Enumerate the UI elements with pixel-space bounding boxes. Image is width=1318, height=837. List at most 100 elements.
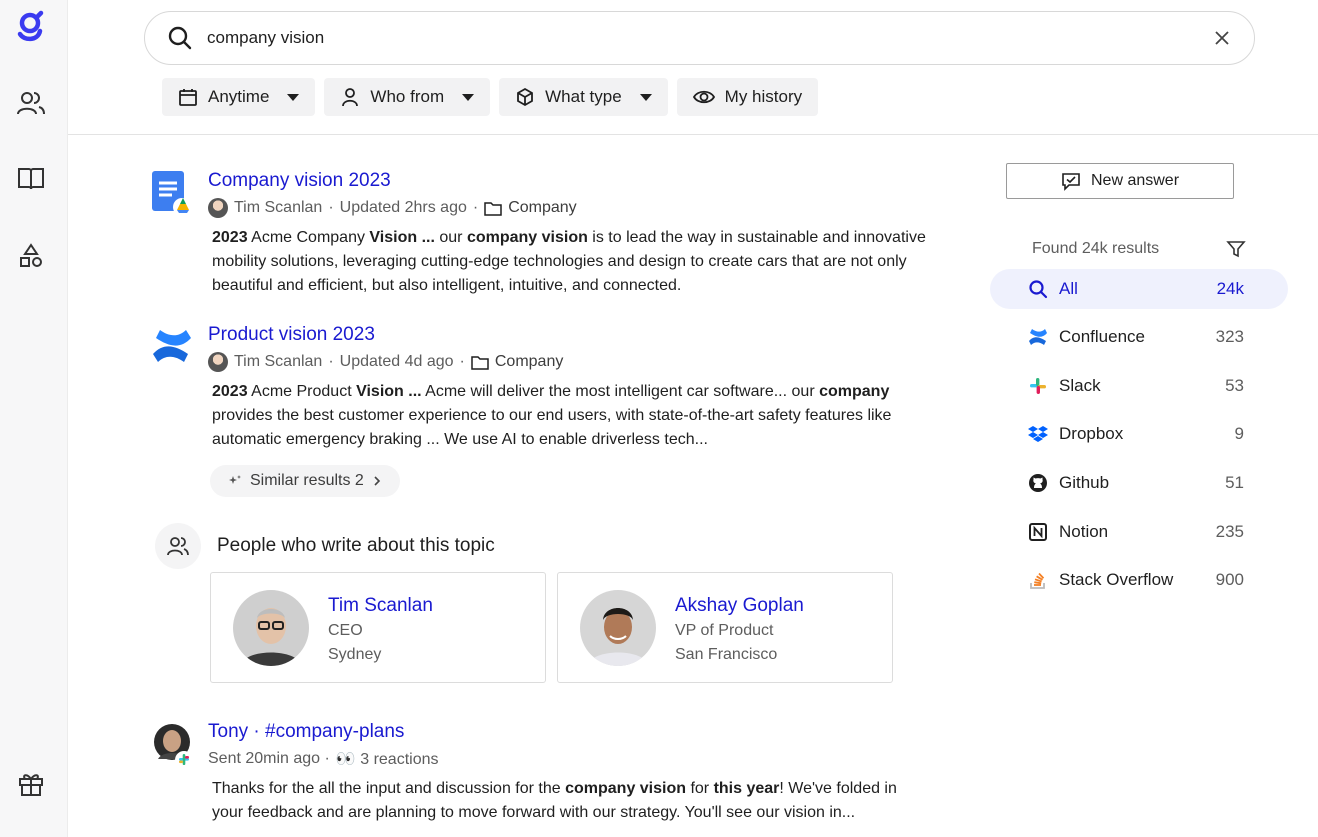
app-logo-icon[interactable] [14, 10, 48, 44]
source-count: 24k [1216, 279, 1244, 298]
person-card[interactable]: Akshay Goplan VP of Product San Francisc… [557, 572, 893, 683]
source-filter-confluence[interactable]: Confluence 323 [990, 317, 1288, 357]
result-meta: Tim Scanlan · Updated 4d ago · Company [208, 352, 563, 372]
meta-separator: · [459, 353, 465, 370]
confluence-icon [1029, 329, 1047, 345]
result-snippet: 2023 Acme Product Vision ... Acme will d… [212, 383, 892, 448]
source-count: 9 [1234, 424, 1244, 443]
result-snippet: Thanks for the all the input and discuss… [212, 780, 897, 821]
result-folder[interactable]: Company [508, 199, 576, 217]
filter-label: My history [724, 87, 803, 106]
search-input[interactable] [207, 28, 1212, 48]
clear-search-icon[interactable] [1212, 28, 1232, 48]
search-result: Company vision 2023 Tim Scanlan · Update… [150, 170, 930, 300]
github-icon [1029, 474, 1047, 492]
author-avatar [208, 198, 228, 218]
people-icon[interactable] [14, 86, 48, 120]
shapes-icon[interactable] [14, 239, 48, 273]
result-sent: Sent 20min ago · [208, 750, 330, 767]
source-label: Dropbox [1059, 424, 1124, 443]
source-label: Confluence [1059, 327, 1146, 346]
people-heading: People who write about this topic [217, 535, 495, 556]
source-label: Github [1059, 473, 1110, 492]
source-label: Slack [1059, 376, 1101, 395]
person-name[interactable]: Akshay Goplan [675, 595, 804, 617]
sidebar [0, 0, 68, 837]
notion-icon [1029, 523, 1047, 541]
meta-separator: · [472, 199, 479, 216]
top-bar: Anytime Who from What type My history [68, 0, 1318, 135]
similar-results-button[interactable]: Similar results 2 [210, 465, 400, 497]
meta-separator: · [328, 353, 334, 370]
new-answer-label: New answer [1090, 172, 1180, 189]
person-card[interactable]: Tim Scanlan CEO Sydney [210, 572, 546, 683]
filter-bar: Anytime Who from What type My history [162, 78, 819, 116]
source-count: 53 [1225, 376, 1244, 395]
filter-label: What type [545, 87, 622, 106]
new-answer-button[interactable]: New answer [1006, 163, 1234, 199]
chat-check-icon [1062, 173, 1080, 191]
search-result: Product vision 2023 Tim Scanlan · Update… [150, 324, 930, 454]
source-filter-dropbox[interactable]: Dropbox 9 [990, 414, 1288, 454]
result-updated: Updated 4d ago [339, 353, 454, 370]
person-avatar [580, 590, 656, 666]
source-label: Notion [1059, 522, 1109, 541]
source-filter-github[interactable]: Github 51 [990, 463, 1288, 503]
filter-who-from[interactable]: Who from [324, 78, 491, 116]
meta-separator: · [328, 199, 334, 216]
filter-funnel-icon[interactable] [1226, 239, 1246, 259]
result-folder[interactable]: Company [495, 353, 563, 371]
result-meta: Tim Scanlan · Updated 2hrs ago · Company [208, 198, 577, 218]
eye-icon [692, 90, 715, 104]
filter-what-type[interactable]: What type [499, 78, 668, 116]
people-section-header: People who write about this topic [155, 523, 495, 569]
result-meta: Sent 20min ago · 👀 3 reactions [208, 749, 439, 769]
search-bar[interactable] [144, 11, 1255, 65]
chevron-right-icon [374, 476, 380, 486]
person-avatar [233, 590, 309, 666]
sparkle-icon [229, 475, 241, 484]
source-count: 900 [1215, 570, 1244, 589]
slack-icon [1030, 378, 1046, 394]
similar-results-label: Similar results 2 [250, 472, 364, 489]
filter-anytime[interactable]: Anytime [162, 78, 316, 116]
person-role: VP of Product [675, 622, 774, 639]
author-avatar [208, 352, 228, 372]
source-filter-all[interactable]: All 24k [990, 269, 1288, 309]
caret-down-icon [639, 93, 652, 101]
folder-icon [471, 356, 489, 370]
caret-down-icon [462, 93, 475, 101]
gift-icon[interactable] [14, 767, 48, 801]
search-icon [168, 26, 192, 50]
person-location: San Francisco [675, 646, 778, 663]
search-result: Tony · #company-plans Sent 20min ago · 👀… [150, 721, 930, 837]
filter-label: Anytime [208, 87, 270, 106]
result-author: Tim Scanlan [234, 199, 323, 216]
source-count: 51 [1225, 473, 1244, 492]
person-role: CEO [328, 622, 363, 639]
filter-label: Who from [370, 87, 445, 106]
confluence-icon [150, 324, 194, 368]
source-label: All [1059, 279, 1078, 298]
people-icon [155, 523, 201, 569]
dropbox-icon [1028, 426, 1048, 442]
result-reactions: 👀 3 reactions [335, 751, 439, 768]
user-avatar [152, 723, 193, 769]
person-name[interactable]: Tim Scanlan [328, 595, 433, 617]
source-filter-slack[interactable]: Slack 53 [990, 366, 1288, 406]
result-title[interactable]: Product vision 2023 [208, 324, 375, 346]
stackoverflow-icon [1030, 572, 1045, 589]
filter-my-history[interactable]: My history [676, 78, 819, 116]
calendar-icon [179, 89, 197, 106]
book-icon[interactable] [14, 161, 48, 195]
result-author: Tim Scanlan [234, 353, 323, 370]
search-icon [1029, 280, 1048, 299]
results-count: Found 24k results [1032, 240, 1160, 257]
source-count: 323 [1215, 327, 1244, 346]
result-title[interactable]: Tony · #company-plans [208, 721, 404, 743]
result-snippet: 2023 Acme Company Vision ... our company… [212, 229, 926, 294]
source-count: 235 [1215, 522, 1244, 541]
result-title[interactable]: Company vision 2023 [208, 170, 391, 192]
source-filter-stack-overflow[interactable]: Stack Overflow 900 [990, 560, 1288, 600]
source-filter-notion[interactable]: Notion 235 [990, 512, 1288, 552]
